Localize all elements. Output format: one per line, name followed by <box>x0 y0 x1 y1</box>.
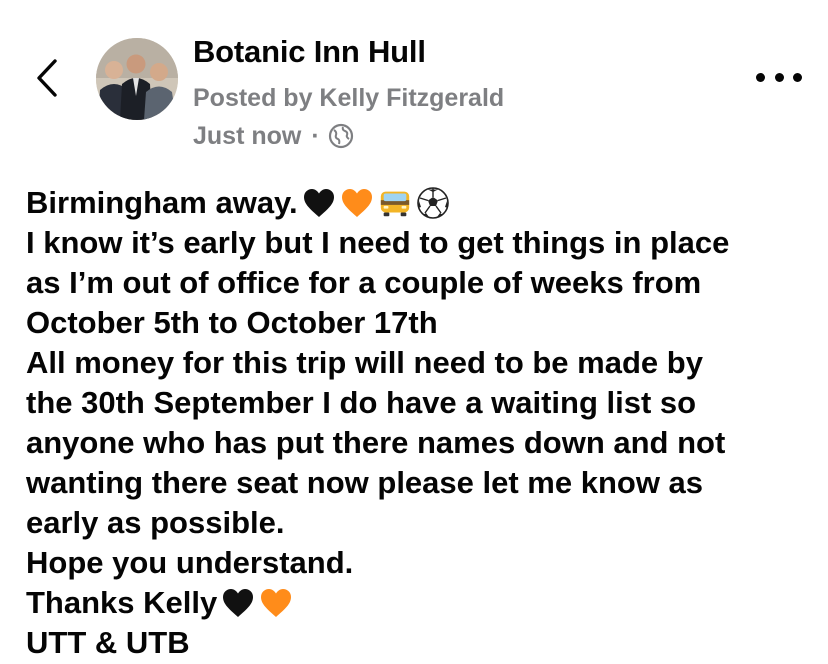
post-line: early as possible. <box>26 505 285 540</box>
black-heart-icon <box>302 186 336 220</box>
orange-heart-icon <box>259 586 293 620</box>
avatar-image <box>96 38 178 120</box>
post-line: All money for this trip will need to be … <box>26 345 703 380</box>
globe-icon <box>328 123 353 149</box>
post-meta: Just now · <box>193 120 354 152</box>
bus-icon <box>378 186 412 220</box>
post-line: anyone who has put there names down and … <box>26 425 726 460</box>
post-line-text: Thanks Kelly <box>26 585 218 620</box>
more-dot <box>793 72 802 82</box>
post-line: Thanks Kelly <box>26 583 822 623</box>
more-options-button[interactable] <box>756 64 802 90</box>
more-dot <box>774 72 784 82</box>
back-button[interactable] <box>30 56 64 100</box>
posted-by-label[interactable]: Posted by Kelly Fitzgerald <box>193 84 504 113</box>
chevron-left-icon <box>37 59 57 97</box>
post-line: the 30th September I do have a waiting l… <box>26 385 697 420</box>
orange-heart-icon <box>340 186 374 220</box>
post-text: Birmingham away. I know it’s early but I… <box>26 183 822 663</box>
black-heart-icon <box>221 586 255 620</box>
post-line: UTT & UTB <box>26 625 190 660</box>
post-line-text: Birmingham away. <box>26 185 298 220</box>
more-horizontal-icon <box>756 72 765 82</box>
audience-button[interactable] <box>328 123 354 149</box>
post-line: Hope you understand. <box>26 545 354 580</box>
post-line: Birmingham away. <box>26 183 822 223</box>
soccer-ball-icon <box>416 186 450 220</box>
avatar[interactable] <box>96 38 178 120</box>
post-line: October 5th to October 17th <box>26 305 438 340</box>
post-line: I know it’s early but I need to get thin… <box>26 225 730 260</box>
page-name[interactable]: Botanic Inn Hull <box>193 34 426 70</box>
post-line: as I’m out of office for a couple of wee… <box>26 265 702 300</box>
post-time[interactable]: Just now <box>193 122 301 151</box>
meta-separator: · <box>311 121 320 150</box>
post-line: wanting there seat now please let me kno… <box>26 465 704 500</box>
